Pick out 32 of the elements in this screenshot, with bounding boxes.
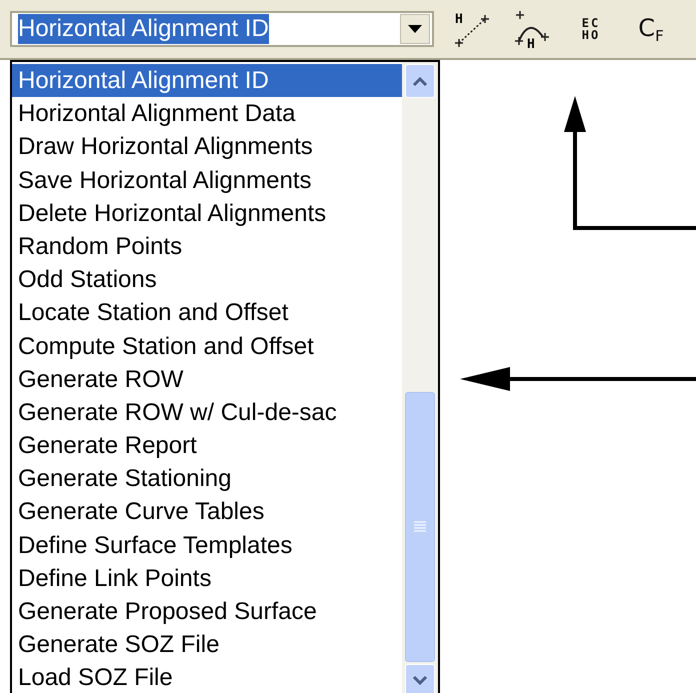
list-item[interactable]: Locate Station and Offset — [12, 296, 402, 330]
list-item[interactable]: Draw Horizontal Alignments — [12, 130, 402, 164]
scroll-down-button[interactable] — [405, 664, 435, 693]
list-item[interactable]: Define Surface Templates — [12, 528, 402, 562]
list-item[interactable]: Generate ROW — [12, 362, 402, 396]
cf-tool-button[interactable]: C$_{F}$ — [628, 6, 674, 52]
alignment-combo-box[interactable]: Horizontal Alignment ID — [10, 11, 434, 47]
chevron-down-icon — [412, 676, 428, 686]
scroll-up-button[interactable] — [405, 64, 435, 98]
list-item[interactable]: Generate Proposed Surface — [12, 595, 402, 628]
list-item[interactable]: Horizontal Alignment ID — [12, 64, 402, 98]
combo-value: Horizontal Alignment ID — [18, 14, 269, 44]
list-item[interactable]: Load SOZ File — [12, 661, 402, 693]
list-item[interactable]: Generate Report — [12, 429, 402, 462]
list-item[interactable]: Random Points — [12, 230, 402, 264]
list-item[interactable]: Odd Stations — [12, 263, 402, 296]
list-item[interactable]: Define Link Points — [12, 562, 402, 595]
list-item[interactable]: Compute Station and Offset — [12, 330, 402, 363]
curve-tool-button[interactable]: H — [508, 6, 554, 52]
list-item[interactable]: Delete Horizontal Alignments — [12, 196, 402, 230]
dropdown-button[interactable] — [400, 14, 430, 44]
list-item[interactable]: Generate Stationing — [12, 462, 402, 496]
list-item[interactable]: Horizontal Alignment Data — [12, 97, 402, 130]
list-item[interactable]: Generate ROW w/ Cul-de-sac — [12, 396, 402, 430]
chevron-up-icon — [412, 76, 428, 86]
line-tool-button[interactable]: H — [448, 6, 494, 52]
scroll-thumb[interactable] — [405, 392, 435, 662]
caret-down-icon — [408, 25, 422, 33]
echo-tool-button[interactable]: EC HO — [568, 6, 614, 52]
list-item[interactable]: Generate SOZ File — [12, 628, 402, 662]
list-item[interactable]: Generate Curve Tables — [12, 495, 402, 529]
list-item[interactable]: Save Horizontal Alignments — [12, 164, 402, 197]
